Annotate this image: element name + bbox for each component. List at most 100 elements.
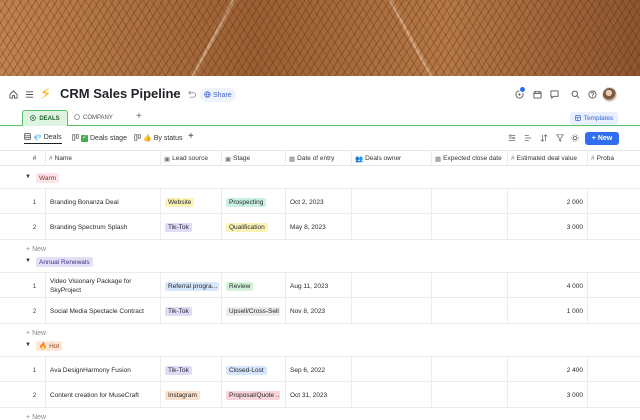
settings-icon[interactable] xyxy=(571,134,579,144)
group-header-warm[interactable]: ▼ Warm xyxy=(0,169,640,187)
column-header-expected-close-date[interactable]: ▦ Expected close date xyxy=(432,151,508,166)
group-header-annual-renewals[interactable]: ▼ Annual Renewals xyxy=(0,253,640,271)
deal-value-cell[interactable]: 3 000 xyxy=(508,382,588,408)
deal-value-cell[interactable]: 4 000 xyxy=(508,273,588,299)
date-of-entry-cell[interactable]: Nov 8, 2023 xyxy=(286,298,352,324)
probability-cell[interactable] xyxy=(588,357,640,383)
deals-owner-cell[interactable] xyxy=(352,189,432,215)
deal-value-cell[interactable]: 2 000 xyxy=(508,189,588,215)
deals-owner-cell[interactable] xyxy=(352,298,432,324)
cover-image xyxy=(0,0,640,76)
probability-cell[interactable] xyxy=(588,298,640,324)
lead-source-cell[interactable]: Instagram xyxy=(161,382,222,408)
column-header-stage[interactable]: ▣ Stage xyxy=(222,151,286,166)
deal-name[interactable]: Ava DesignHarmony Fusion xyxy=(46,357,161,383)
probability-cell[interactable] xyxy=(588,214,640,240)
column-header-index[interactable]: # xyxy=(24,151,46,166)
sort-icon[interactable] xyxy=(540,134,548,144)
probability-cell[interactable] xyxy=(588,382,640,408)
group-header-hot[interactable]: ▼ 🔥 Hot xyxy=(0,337,640,355)
table-row[interactable]: 1 Video Visionary Package for SkyProject… xyxy=(0,272,640,299)
undo-icon[interactable] xyxy=(186,88,196,100)
date-of-entry-cell[interactable]: Oct 31, 2023 xyxy=(286,382,352,408)
deal-name[interactable]: Social Media Spectacle Contract xyxy=(46,298,161,324)
deals-owner-cell[interactable] xyxy=(352,357,432,383)
date-of-entry-cell[interactable]: May 8, 2023 xyxy=(286,214,352,240)
stage-cell[interactable]: Closed-Lost xyxy=(222,357,286,383)
expected-close-date-cell[interactable] xyxy=(432,273,508,299)
deals-owner-cell[interactable] xyxy=(352,214,432,240)
more-options-button[interactable]: ··· xyxy=(170,88,182,100)
board-icon xyxy=(72,133,79,143)
expected-close-date-cell[interactable] xyxy=(432,214,508,240)
lead-source-cell[interactable]: Referral progra... xyxy=(161,273,222,299)
calendar-icon[interactable] xyxy=(532,89,542,99)
stage-cell[interactable]: Upsell/Cross-Sell xyxy=(222,298,286,324)
date-of-entry-cell[interactable]: Sep 6, 2022 xyxy=(286,357,352,383)
view-deals[interactable]: 💎 Deals xyxy=(24,132,62,144)
stage-cell[interactable]: Qualification xyxy=(222,214,286,240)
lead-source-cell[interactable]: Tik-Tok xyxy=(161,298,222,324)
column-header-probability[interactable]: # Proba xyxy=(588,151,640,166)
tab-company[interactable]: COMPANY xyxy=(74,110,113,126)
filter-icon[interactable] xyxy=(556,134,564,144)
probability-cell[interactable] xyxy=(588,273,640,299)
table-row[interactable]: 2 Content creation for MuseCraft Instagr… xyxy=(0,382,640,408)
add-new-row-button[interactable]: + New xyxy=(26,411,46,420)
stage-cell[interactable]: Proposal/Quote ... xyxy=(222,382,286,408)
check-icon: ✓ xyxy=(81,134,88,142)
table-row[interactable]: 1 Ava DesignHarmony Fusion Tik-Tok Close… xyxy=(0,356,640,383)
expected-close-date-cell[interactable] xyxy=(432,357,508,383)
deal-name[interactable]: Video Visionary Package for SkyProject xyxy=(46,273,161,299)
view-deals-stage[interactable]: ✓ Deals stage xyxy=(72,132,127,144)
add-view-button[interactable]: + xyxy=(188,130,194,142)
add-tab-button[interactable]: + xyxy=(136,111,142,122)
table-row[interactable]: 2 Branding Spectrum Splash Tik-Tok Quali… xyxy=(0,214,640,240)
deal-value-cell[interactable]: 2 400 xyxy=(508,357,588,383)
stage-cell[interactable]: Prospecting xyxy=(222,189,286,215)
avatar[interactable] xyxy=(602,87,617,102)
deal-name[interactable]: Branding Spectrum Splash xyxy=(46,214,161,240)
collapse-caret-icon[interactable]: ▼ xyxy=(25,174,31,180)
table-row[interactable]: 2 Social Media Spectacle Contract Tik-To… xyxy=(0,298,640,324)
home-icon[interactable] xyxy=(8,89,18,99)
lead-source-cell[interactable]: Tik-Tok xyxy=(161,357,222,383)
expected-close-date-cell[interactable] xyxy=(432,382,508,408)
deal-name[interactable]: Content creation for MuseCraft xyxy=(46,382,161,408)
chat-icon[interactable] xyxy=(549,89,559,99)
search-icon[interactable] xyxy=(570,89,580,99)
probability-cell[interactable] xyxy=(588,189,640,215)
lead-source-cell[interactable]: Website xyxy=(161,189,222,215)
group-icon[interactable] xyxy=(524,134,532,144)
column-header-date-of-entry[interactable]: ▦ Date of entry xyxy=(286,151,352,166)
filter-columns-icon[interactable] xyxy=(508,134,516,144)
deals-owner-cell[interactable] xyxy=(352,382,432,408)
stage-cell[interactable]: Review xyxy=(222,273,286,299)
expected-close-date-cell[interactable] xyxy=(432,298,508,324)
collapse-caret-icon[interactable]: ▼ xyxy=(25,258,31,264)
help-icon[interactable] xyxy=(587,89,597,99)
view-by-status[interactable]: 👍 By status xyxy=(134,132,183,144)
tab-deals[interactable]: DEALS xyxy=(22,110,68,126)
column-header-name[interactable]: # Name xyxy=(46,151,161,166)
templates-button[interactable]: Templates xyxy=(570,112,618,125)
column-header-lead-source[interactable]: ▣ Lead source xyxy=(161,151,222,166)
expected-close-date-cell[interactable] xyxy=(432,189,508,215)
deal-name[interactable]: Branding Bonanza Deal xyxy=(46,189,161,215)
deal-value-cell[interactable]: 3 000 xyxy=(508,214,588,240)
deal-value-cell[interactable]: 1 000 xyxy=(508,298,588,324)
lead-source-cell[interactable]: Tik-Tok xyxy=(161,214,222,240)
column-header-estimated-deal-value[interactable]: # Estimated deal value xyxy=(508,151,588,166)
menu-icon[interactable] xyxy=(24,89,34,99)
date-of-entry-cell[interactable]: Aug 11, 2023 xyxy=(286,273,352,299)
date-of-entry-cell[interactable]: Oct 2, 2023 xyxy=(286,189,352,215)
share-button[interactable]: Share xyxy=(200,88,236,102)
collapse-caret-icon[interactable]: ▼ xyxy=(25,342,31,348)
new-button[interactable]: + New xyxy=(585,132,619,145)
deals-owner-cell[interactable] xyxy=(352,273,432,299)
table-row[interactable]: 1 Branding Bonanza Deal Website Prospect… xyxy=(0,188,640,215)
table-icon xyxy=(24,133,31,142)
bolt-icon: ⚡ xyxy=(40,86,52,103)
column-header-deals-owner[interactable]: 👥 Deals owner xyxy=(352,151,432,166)
people-field-icon: 👥 xyxy=(355,155,364,163)
